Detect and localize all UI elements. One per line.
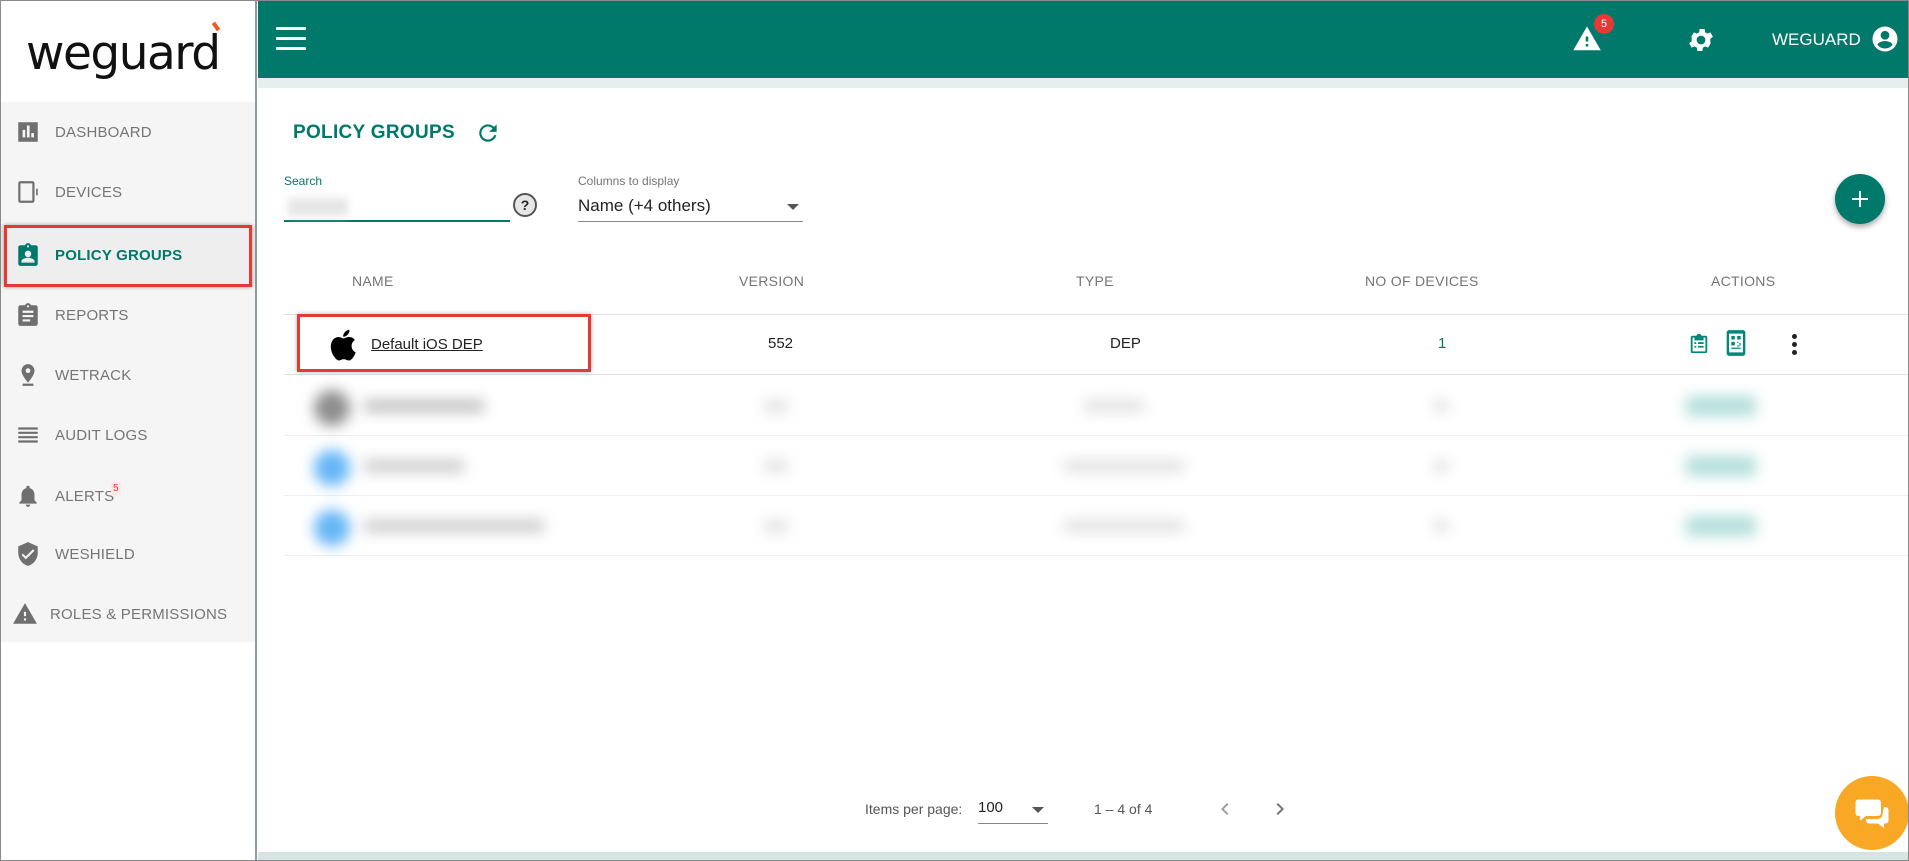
header-shadow [258,78,1909,88]
list-lines-icon [14,421,42,449]
sidebar-item-label: POLICY GROUPS [55,246,183,264]
page-title: POLICY GROUPS [293,122,455,143]
sidebar-item-label: WESHIELD [55,545,135,563]
sidebar-item-roles-permissions[interactable]: ROLES & PERMISSIONS [0,584,255,644]
policy-details-icon[interactable] [1688,331,1710,357]
version-cell: 552 [768,335,794,352]
chat-bubble-icon [1855,799,1889,828]
apple-icon [327,325,363,365]
sidebar-nav: DASHBOARD DEVICES POLICY GROUPS REPORTS … [0,102,255,642]
sidebar: weguard DASHBOARD DEVICES POLICY GROUPS … [0,0,257,861]
table-row: Default iOS DEP 552 DEP 1 [284,315,1909,375]
sidebar-item-label: DEVICES [55,183,123,201]
device-icon [14,178,42,206]
refresh-icon[interactable] [475,120,503,148]
add-policy-group-button[interactable] [1835,174,1885,224]
columns-label: Columns to display [578,174,680,188]
chevron-left-icon[interactable] [1213,796,1237,822]
policy-name-link[interactable]: Default iOS DEP [371,336,483,353]
pagination-range: 1 – 4 of 4 [1094,801,1153,817]
sidebar-item-label: ROLES & PERMISSIONS [50,605,228,623]
search-label: Search [284,174,323,188]
items-per-page-value: 100 [978,799,1004,816]
sidebar-item-label: DASHBOARD [55,123,152,141]
sidebar-item-policy-groups[interactable]: POLICY GROUPS [0,225,255,285]
column-header-type[interactable]: TYPE [1076,273,1114,289]
sidebar-item-wetrack[interactable]: WETRACK [0,345,255,405]
header-alerts-badge: 5 [1594,14,1614,34]
chevron-right-icon[interactable] [1268,796,1292,822]
bell-icon [14,482,42,510]
sidebar-item-alerts[interactable]: ALERTS 5 [0,466,255,526]
top-app-bar: 5 WEGUARD [258,0,1909,78]
bottom-bar [258,852,1909,861]
table-row [284,376,1909,436]
plus-icon [1852,191,1868,207]
warning-triangle-icon [11,600,39,628]
shield-check-icon [14,540,42,568]
main-content: POLICY GROUPS Search ? Columns to displa… [258,88,1909,848]
search-input[interactable] [284,190,510,222]
column-header-name[interactable]: NAME [352,273,394,289]
sidebar-item-label: ALERTS [55,487,115,505]
table-row [284,436,1909,496]
sidebar-item-weshield[interactable]: WESHIELD [0,524,255,584]
user-avatar-icon[interactable] [1870,24,1900,54]
sidebar-item-label: REPORTS [55,306,129,324]
user-name[interactable]: WEGUARD [1772,30,1861,50]
column-header-devices[interactable]: NO OF DEVICES [1365,273,1479,289]
sidebar-item-reports[interactable]: REPORTS [0,285,255,345]
sidebar-item-devices[interactable]: DEVICES [0,162,255,222]
help-question-icon[interactable]: ? [513,193,537,217]
location-pin-icon [14,361,42,389]
sidebar-item-label: AUDIT LOGS [55,426,148,444]
qr-device-icon[interactable] [1722,329,1750,357]
chevron-down-icon [787,204,799,210]
column-header-version[interactable]: VERSION [739,273,804,289]
more-vertical-icon[interactable] [1784,329,1804,361]
policy-badge-icon [14,241,42,269]
gear-icon[interactable] [1686,25,1716,55]
sidebar-item-dashboard[interactable]: DASHBOARD [0,102,255,162]
bar-chart-icon [14,118,42,146]
type-cell: DEP [1110,335,1141,352]
weguard-logo[interactable]: weguard [26,21,221,86]
table-row [284,496,1909,556]
sidebar-item-label: WETRACK [55,366,132,384]
clipboard-icon [14,301,42,329]
devices-count-link[interactable]: 1 [1438,335,1446,352]
columns-select-value: Name (+4 others) [578,196,711,215]
menu-hamburger-icon[interactable] [276,27,306,51]
items-per-page-select[interactable]: 100 [978,796,1048,824]
alerts-count-badge: 5 [111,482,121,495]
items-per-page-label: Items per page: [865,801,963,817]
column-header-actions: ACTIONS [1711,273,1776,289]
chevron-down-icon [1032,807,1044,813]
chat-widget-button[interactable] [1835,776,1909,850]
sidebar-item-audit-logs[interactable]: AUDIT LOGS [0,405,255,465]
columns-select[interactable]: Name (+4 others) [578,192,803,222]
